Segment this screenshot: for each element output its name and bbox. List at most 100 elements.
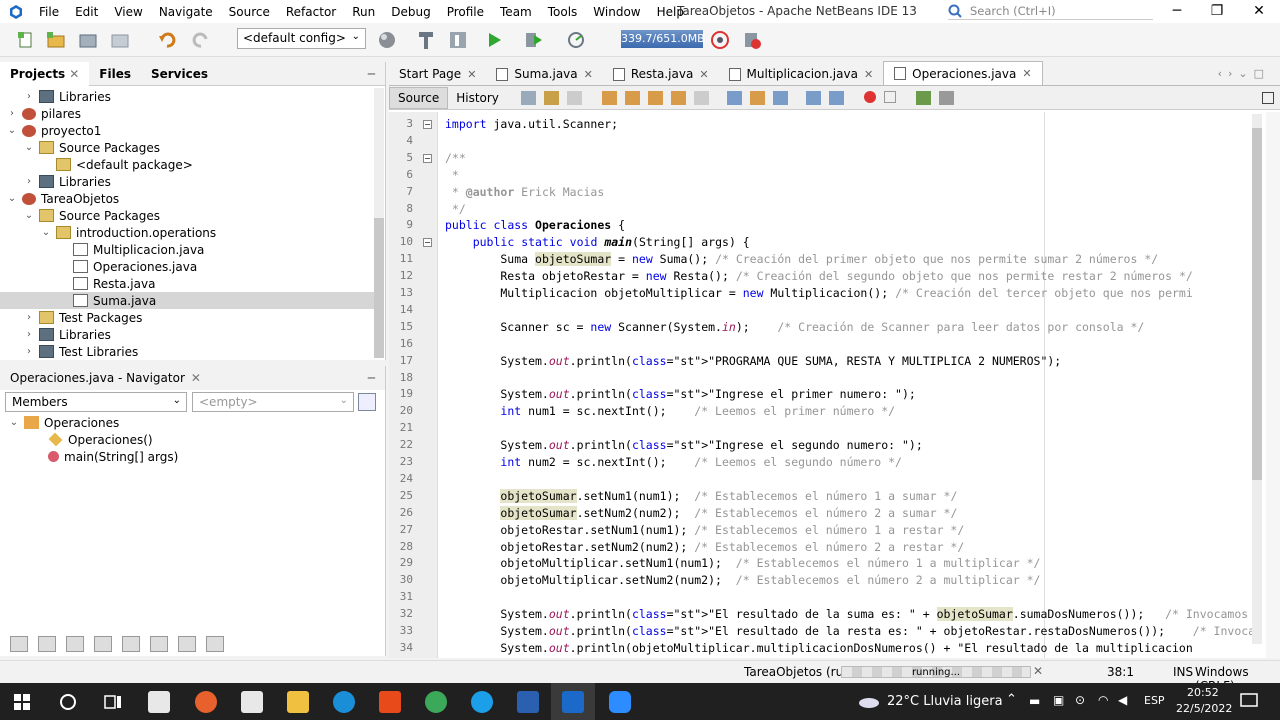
- maximize-button[interactable]: ❐: [1207, 2, 1227, 20]
- filter-select[interactable]: <empty> ⌄: [192, 392, 354, 412]
- find-icon[interactable]: [601, 90, 617, 105]
- split-editor-icon[interactable]: [1262, 91, 1274, 104]
- toggle-highlight-icon[interactable]: [670, 90, 686, 105]
- tab-history[interactable]: History: [448, 88, 507, 108]
- minimize-panel-icon[interactable]: ─: [368, 371, 375, 385]
- expand-icon[interactable]: ›: [6, 108, 18, 119]
- profile-button[interactable]: [564, 29, 588, 51]
- close-tab-icon[interactable]: ✕: [1022, 67, 1031, 80]
- navigator-item[interactable]: ⌄ Operaciones: [8, 414, 119, 431]
- tab-projects[interactable]: Projects ✕: [0, 61, 90, 86]
- expand-icon[interactable]: ›: [23, 312, 35, 323]
- tree-item[interactable]: › Libraries: [0, 173, 111, 190]
- new-file-button[interactable]: [14, 29, 38, 51]
- tree-item[interactable]: Multiplicacion.java: [0, 241, 204, 258]
- menu-team[interactable]: Team: [492, 5, 540, 19]
- run-button[interactable]: [482, 29, 506, 51]
- tree-item[interactable]: Operaciones.java: [0, 258, 197, 275]
- expand-icon[interactable]: ›: [23, 176, 35, 187]
- filter-fields-icon[interactable]: [38, 636, 56, 652]
- fold-icon[interactable]: −: [423, 120, 432, 129]
- editor-scroll-thumb[interactable]: [1252, 128, 1262, 480]
- menu-navigate[interactable]: Navigate: [151, 5, 221, 19]
- task-view-icon[interactable]: [104, 693, 122, 711]
- toggle-bookmark-icon[interactable]: [772, 90, 788, 105]
- close-icon[interactable]: ✕: [69, 67, 79, 81]
- editor-tab[interactable]: Multiplicacion.java ✕: [719, 63, 884, 85]
- config-select[interactable]: <default config> ⌄: [237, 28, 366, 49]
- zoom-icon[interactable]: [609, 691, 631, 713]
- menu-view[interactable]: View: [106, 5, 150, 19]
- expand-icon[interactable]: ›: [23, 91, 35, 102]
- menu-tools[interactable]: Tools: [540, 5, 586, 19]
- clean-build-button[interactable]: [446, 29, 470, 51]
- device-icon[interactable]: ▣: [1053, 693, 1064, 707]
- input-language[interactable]: ESP: [1144, 694, 1165, 707]
- tree-item[interactable]: ⌄ Source Packages: [0, 207, 160, 224]
- tab-services[interactable]: Services: [141, 67, 218, 81]
- find-next-icon[interactable]: [647, 90, 663, 105]
- tree-item[interactable]: ⌄ TareaObjetos: [0, 190, 119, 207]
- fold-icon[interactable]: −: [423, 238, 432, 248]
- new-project-button[interactable]: [44, 29, 68, 51]
- tree-item[interactable]: › Test Libraries: [0, 343, 138, 360]
- tree-item[interactable]: › Libraries: [0, 326, 111, 343]
- tree-scrollbar[interactable]: [374, 88, 384, 358]
- filter-inner-icon[interactable]: [122, 636, 140, 652]
- prev-bookmark-icon[interactable]: [726, 90, 742, 105]
- menu-window[interactable]: Window: [585, 5, 648, 19]
- close-tab-icon[interactable]: ✕: [864, 68, 873, 81]
- tab-source[interactable]: Source: [389, 86, 449, 109]
- next-bookmark-icon[interactable]: [749, 90, 765, 105]
- collapse-icon[interactable]: ⌄: [23, 210, 35, 221]
- fold-icon[interactable]: −: [423, 153, 432, 163]
- filter-static-icon[interactable]: [66, 636, 84, 652]
- file-explorer-icon[interactable]: [287, 691, 309, 713]
- editor-tab[interactable]: Resta.java ✕: [603, 63, 719, 85]
- firefox-icon[interactable]: [195, 691, 217, 713]
- last-edit-icon[interactable]: [520, 90, 536, 105]
- menu-run[interactable]: Run: [344, 5, 383, 19]
- forward-icon[interactable]: [566, 90, 582, 105]
- word-icon[interactable]: [517, 691, 539, 713]
- collapse-icon[interactable]: ⌄: [6, 125, 18, 136]
- tree-item[interactable]: › Libraries: [0, 88, 111, 105]
- filter-inherited-icon[interactable]: [10, 636, 28, 652]
- menu-profile[interactable]: Profile: [439, 5, 492, 19]
- undo-button[interactable]: [156, 29, 180, 51]
- chevron-up-icon[interactable]: ⌃: [1006, 692, 1017, 707]
- members-select[interactable]: Members ⌄: [5, 392, 187, 412]
- notifications-icon[interactable]: [1240, 693, 1258, 709]
- minimize-panel-icon[interactable]: ─: [368, 67, 375, 81]
- search-box[interactable]: Search (Ctrl+I): [948, 2, 1153, 20]
- weather-text[interactable]: 22°C Lluvia ligera: [887, 694, 1003, 709]
- cortana-icon[interactable]: [59, 693, 77, 711]
- close-icon[interactable]: ✕: [191, 371, 201, 385]
- navigator-item[interactable]: main(String[] args): [32, 448, 178, 465]
- run-task-label[interactable]: TareaObjetos (run): [744, 665, 856, 679]
- find-prev-icon[interactable]: [624, 90, 640, 105]
- navigator-options-button[interactable]: [358, 393, 376, 411]
- close-tab-icon[interactable]: ✕: [699, 68, 708, 81]
- tab-navigation-icons[interactable]: ‹›⌄□: [1218, 67, 1270, 80]
- expand-icon[interactable]: ›: [23, 329, 35, 340]
- tree-item[interactable]: ⌄ Source Packages: [0, 139, 160, 156]
- collapse-icon[interactable]: ⌄: [6, 193, 18, 204]
- debug-button[interactable]: [522, 29, 546, 51]
- collapse-icon[interactable]: ⌄: [23, 142, 35, 153]
- tree-item[interactable]: Resta.java: [0, 275, 155, 292]
- store-icon[interactable]: [148, 691, 170, 713]
- skype-icon[interactable]: [471, 691, 493, 713]
- tab-files[interactable]: Files: [89, 67, 141, 81]
- stop-macro-icon[interactable]: [883, 90, 896, 103]
- insert-mode[interactable]: INS: [1173, 665, 1193, 679]
- filter-nonpublic-icon[interactable]: [94, 636, 112, 652]
- tree-item[interactable]: ⌄ introduction.operations: [0, 224, 216, 241]
- gc-button[interactable]: [708, 29, 732, 51]
- code-area[interactable]: import java.util.Scanner; /** * * @author…: [439, 112, 1253, 658]
- minimize-button[interactable]: ─: [1167, 2, 1187, 20]
- start-macro-icon[interactable]: [863, 90, 876, 103]
- toggle-rect-icon[interactable]: [693, 90, 709, 105]
- shift-right-icon[interactable]: [828, 90, 844, 105]
- windows-start-icon[interactable]: [14, 694, 30, 710]
